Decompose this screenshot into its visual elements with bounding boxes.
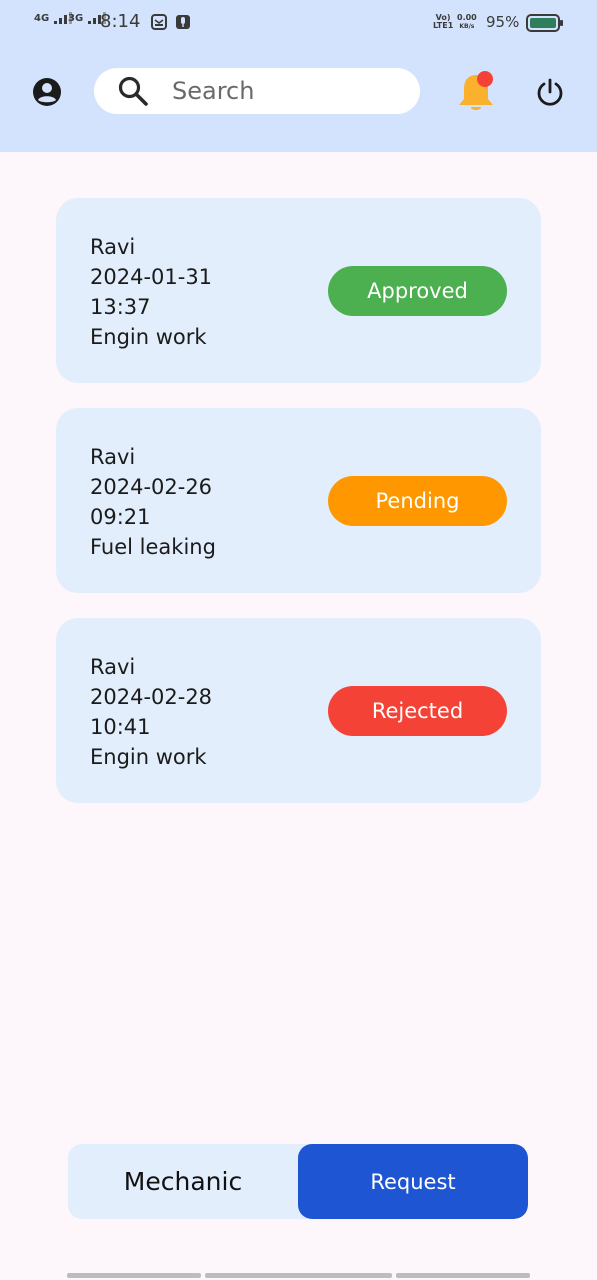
request-card[interactable]: Ravi 2024-02-26 09:21 Fuel leaking Pendi… xyxy=(56,408,541,593)
request-time: 10:41 xyxy=(90,715,151,739)
request-card[interactable]: Ravi 2024-01-31 13:37 Engin work Approve… xyxy=(56,198,541,383)
nav-segment xyxy=(67,1273,201,1278)
search-bar[interactable] xyxy=(94,68,420,114)
request-description: Engin work xyxy=(90,745,207,769)
mechanic-tab-button[interactable]: Mechanic xyxy=(68,1144,298,1219)
nav-segment xyxy=(205,1273,392,1278)
request-name: Ravi xyxy=(90,235,136,259)
search-input[interactable] xyxy=(172,77,392,105)
network-speed-unit: KB/s xyxy=(459,23,475,30)
account-circle-icon xyxy=(33,78,61,106)
request-details: Ravi 2024-02-26 09:21 Fuel leaking xyxy=(90,442,216,562)
microphone-notification-icon xyxy=(176,15,190,29)
request-details: Ravi 2024-01-31 13:37 Engin work xyxy=(90,232,212,352)
request-date: 2024-02-26 xyxy=(90,475,213,499)
request-tab-button[interactable]: Request xyxy=(298,1144,528,1219)
mail-notification-icon xyxy=(151,14,167,30)
request-time: 09:21 xyxy=(90,505,151,529)
status-time: 8:14 xyxy=(100,11,141,32)
role-toggle: Mechanic Request xyxy=(68,1144,528,1219)
request-list: Ravi 2024-01-31 13:37 Engin work Approve… xyxy=(56,198,541,828)
notifications-button[interactable] xyxy=(452,68,500,116)
request-card[interactable]: Ravi 2024-02-28 10:41 Engin work Rejecte… xyxy=(56,618,541,803)
network-4g-label: 4G xyxy=(34,13,50,24)
network-speed: 0.00 KB/s xyxy=(457,13,477,31)
notification-bell-icon xyxy=(459,71,493,110)
network-3g-label: 3G xyxy=(68,13,84,24)
request-date: 2024-02-28 xyxy=(90,685,213,709)
network-speed-value: 0.00 xyxy=(457,13,477,22)
status-badge-approved: Approved xyxy=(328,266,507,316)
status-bar: 4G 3G 8:14 Vo) LTE1 0.00 KB/s 95% xyxy=(0,0,597,46)
request-description: Engin work xyxy=(90,325,207,349)
gesture-nav-bar xyxy=(0,1273,597,1278)
logout-button[interactable] xyxy=(530,72,570,112)
request-date: 2024-01-31 xyxy=(90,265,213,289)
request-name: Ravi xyxy=(90,655,136,679)
notification-dot xyxy=(477,71,493,87)
battery-percent: 95% xyxy=(486,13,520,31)
volte-indicator: Vo) LTE1 xyxy=(433,14,453,30)
status-badge-rejected: Rejected xyxy=(328,686,507,736)
nav-segment xyxy=(396,1273,530,1278)
request-details: Ravi 2024-02-28 10:41 Engin work xyxy=(90,652,212,772)
status-badge-pending: Pending xyxy=(328,476,507,526)
battery-icon xyxy=(526,14,563,32)
request-time: 13:37 xyxy=(90,295,151,319)
request-name: Ravi xyxy=(90,445,136,469)
volte-bottom-label: LTE1 xyxy=(433,21,454,30)
search-icon xyxy=(116,74,150,108)
power-icon xyxy=(537,78,563,106)
request-description: Fuel leaking xyxy=(90,535,216,559)
profile-button[interactable] xyxy=(27,72,67,112)
